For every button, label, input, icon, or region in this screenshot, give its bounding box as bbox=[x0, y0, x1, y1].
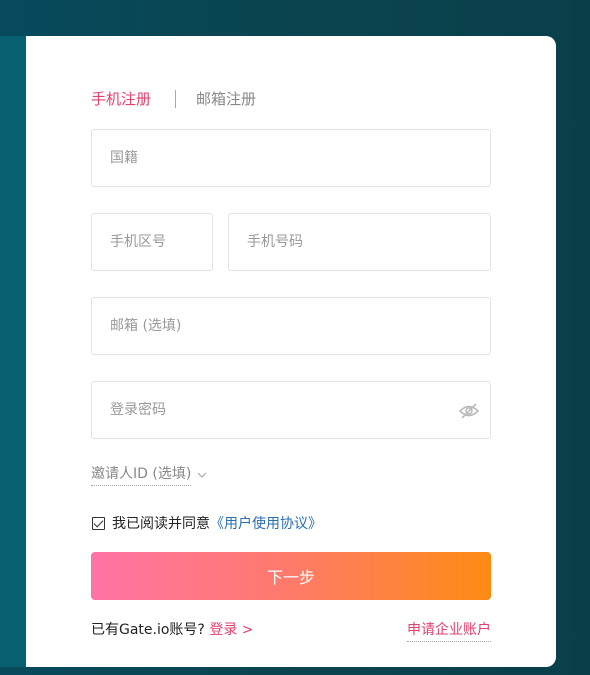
password-input[interactable] bbox=[110, 382, 490, 438]
agreement-checkbox[interactable] bbox=[92, 516, 105, 530]
agreement-row: 我已阅读并同意 《用户使用协议》 bbox=[92, 513, 322, 533]
have-account-text: 已有Gate.io账号? bbox=[91, 622, 205, 638]
phone-number-input[interactable] bbox=[247, 214, 490, 270]
agreement-text: 我已阅读并同意 bbox=[112, 516, 210, 532]
password-field[interactable] bbox=[91, 381, 491, 439]
email-optional-input[interactable] bbox=[110, 298, 490, 354]
tab-phone-register[interactable]: 手机注册 bbox=[91, 88, 151, 110]
nationality-input[interactable] bbox=[110, 130, 490, 186]
register-card: 手机注册 邮箱注册 邀请人ID (选填) 我已阅读并同意 《用户使用协议》 下一… bbox=[26, 36, 556, 667]
eye-hidden-icon[interactable] bbox=[458, 401, 480, 421]
user-agreement-link[interactable]: 《用户使用协议》 bbox=[210, 513, 322, 533]
login-prompt: 已有Gate.io账号? 登录 > bbox=[91, 619, 254, 639]
chevron-down-icon bbox=[197, 472, 207, 478]
tab-email-register[interactable]: 邮箱注册 bbox=[196, 88, 256, 110]
enterprise-account-link[interactable]: 申请企业账户 bbox=[407, 619, 491, 642]
tab-divider bbox=[175, 90, 177, 108]
login-link[interactable]: 登录 > bbox=[209, 622, 253, 638]
next-step-button[interactable]: 下一步 bbox=[91, 552, 491, 600]
phone-number-field[interactable] bbox=[228, 213, 491, 271]
inviter-id-label: 邀请人ID (选填) bbox=[91, 463, 192, 486]
nationality-field[interactable] bbox=[91, 129, 491, 187]
inviter-id-toggle[interactable]: 邀请人ID (选填) bbox=[91, 463, 207, 486]
register-tabs: 手机注册 邮箱注册 bbox=[91, 88, 256, 110]
email-optional-field[interactable] bbox=[91, 297, 491, 355]
area-code-input[interactable] bbox=[110, 214, 212, 270]
area-code-field[interactable] bbox=[91, 213, 213, 271]
background-strip bbox=[0, 36, 26, 667]
